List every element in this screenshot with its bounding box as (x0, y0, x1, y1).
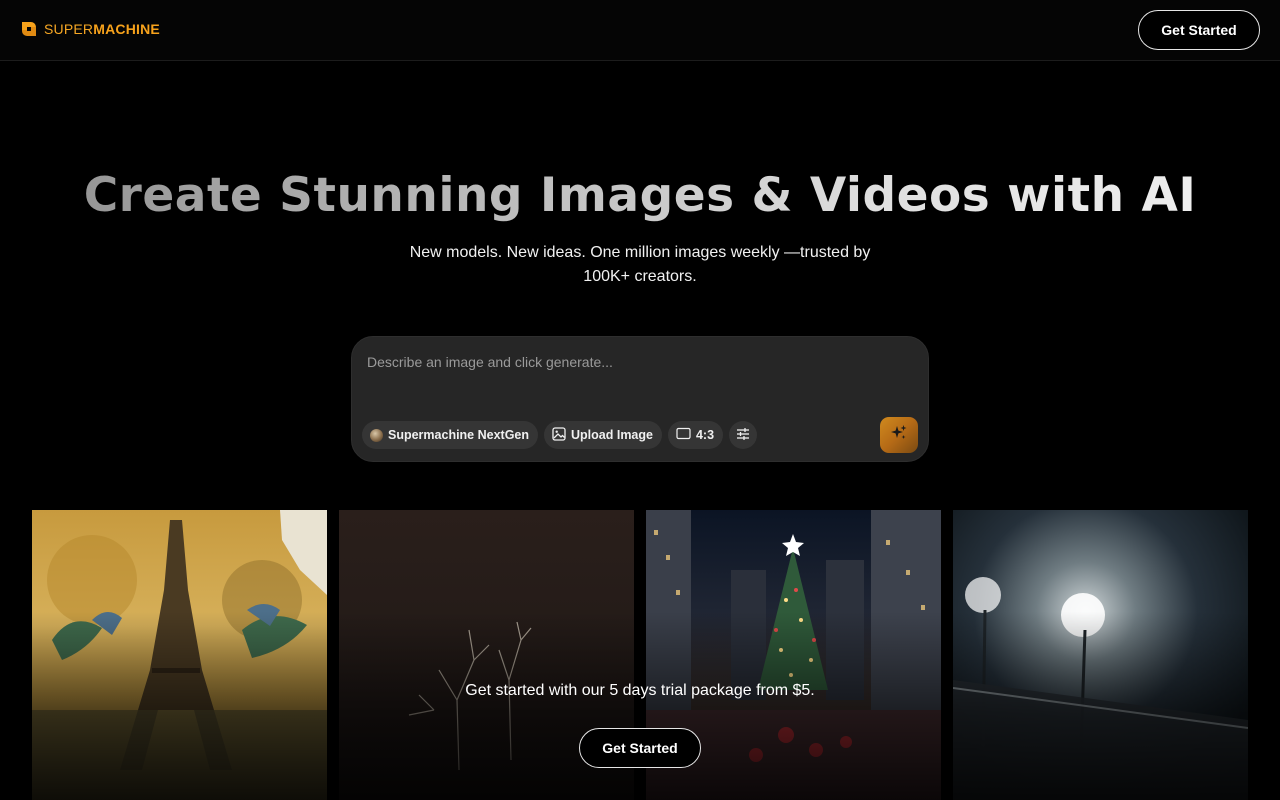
bottom-get-started-button[interactable]: Get Started (579, 728, 701, 768)
sliders-icon (736, 427, 750, 444)
aspect-ratio-icon (676, 427, 691, 443)
aspect-ratio-button[interactable]: 4:3 (667, 421, 724, 449)
prompt-toolbar: Supermachine NextGen Upload Image 4:3 (362, 421, 758, 449)
trial-offer-text: Get started with our 5 days trial packag… (465, 682, 815, 699)
image-icon (552, 426, 566, 444)
gallery-image-eiffel-tower (32, 510, 327, 800)
upload-image-button[interactable]: Upload Image (544, 421, 662, 449)
top-nav: SUPERMACHINE Get Started (0, 0, 1280, 61)
prompt-box: Supermachine NextGen Upload Image 4:3 (351, 336, 929, 462)
model-avatar-icon (370, 428, 383, 442)
logo-text: SUPERMACHINE (44, 21, 160, 37)
hero-subtitle: New models. New ideas. One million image… (409, 244, 871, 285)
generate-button[interactable] (880, 417, 918, 453)
model-label: Supermachine NextGen (388, 428, 530, 442)
supermachine-logo-icon (20, 20, 38, 38)
gallery-image-stadium-lights (953, 510, 1248, 800)
hero-title: Create Stunning Images & Videos with AI (0, 168, 1280, 223)
settings-button[interactable] (729, 421, 758, 449)
logo[interactable]: SUPERMACHINE (20, 20, 160, 38)
header-get-started-button[interactable]: Get Started (1138, 10, 1260, 50)
model-select-button[interactable]: Supermachine NextGen (362, 421, 539, 449)
aspect-ratio-label: 4:3 (695, 428, 715, 442)
prompt-input[interactable] (367, 351, 907, 373)
sparkle-icon (890, 424, 908, 447)
upload-label: Upload Image (571, 428, 653, 442)
